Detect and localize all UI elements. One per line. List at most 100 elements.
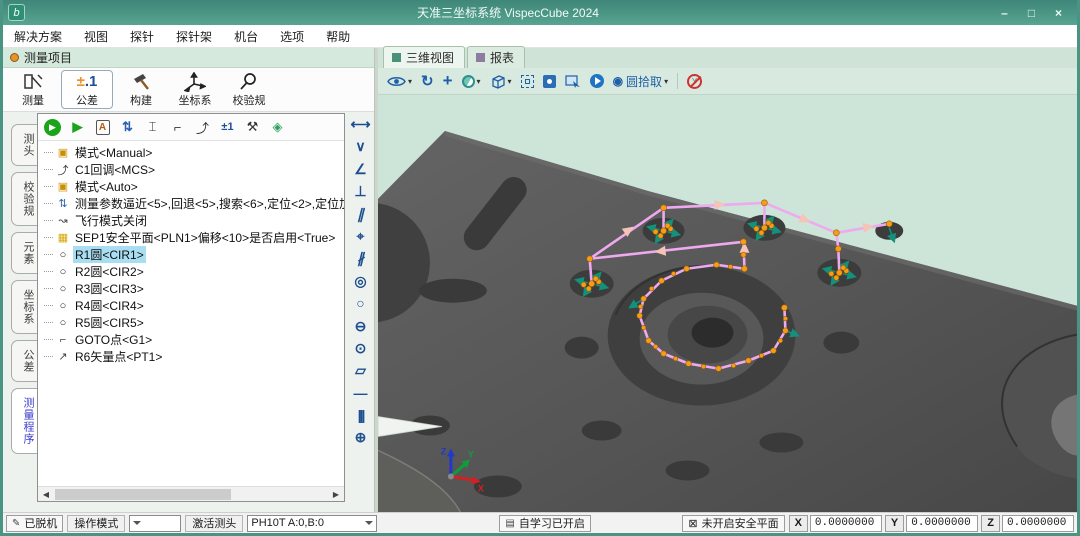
menu-item[interactable]: 探针架 — [165, 25, 223, 47]
roundness-icon[interactable]: ○ — [350, 296, 372, 311]
safety-plane-status: ⊠ 未开启安全平面 — [682, 515, 784, 532]
tree-item-circle-2[interactable]: ○ R2圆<CIR2> — [38, 263, 344, 280]
machine-coordinates: X 0.0000000 Y 0.0000000 Z 0.0000000 — [789, 515, 1074, 532]
3d-viewport[interactable]: Z Y X — [378, 95, 1077, 512]
program-tree: ▶▶A⇅⌶⌐⤴±1⚒◈ ▣ 模式<Manual> ⤴ C1回调<MCS> — [37, 113, 345, 502]
profile-icon[interactable]: ∨ — [350, 139, 372, 154]
distance-icon[interactable]: ⟷ — [350, 117, 372, 132]
move-view-icon[interactable]: + — [443, 71, 453, 91]
visibility-eye-icon[interactable] — [387, 75, 412, 88]
menu-item[interactable]: 视图 — [73, 25, 119, 47]
render-style-icon[interactable] — [462, 75, 481, 88]
maximize-button[interactable]: □ — [1018, 6, 1045, 20]
tree-item-mode-auto[interactable]: ▣ 模式<Auto> — [38, 178, 344, 195]
filter-icon[interactable]: ⇅ — [117, 117, 138, 138]
view-cube-icon[interactable] — [490, 74, 512, 89]
straightness-icon[interactable]: — — [350, 386, 372, 401]
measure-project-icon — [10, 53, 19, 62]
step-run-icon[interactable]: ▶ — [67, 117, 88, 138]
sidetab-tolerance[interactable]: 公差 — [11, 340, 37, 382]
tree-item-circle-4[interactable]: ○ R4圆<CIR4> — [38, 297, 344, 314]
angularity-icon[interactable]: ∦ — [350, 251, 372, 266]
symmetry-icon[interactable]: ⊖ — [350, 319, 372, 334]
coordsys-icon — [184, 71, 206, 92]
measure-icon[interactable]: ⌶ — [142, 117, 163, 138]
tab-icon — [476, 53, 485, 62]
scrollbar-thumb[interactable] — [55, 489, 231, 500]
runout-icon[interactable]: ⊙ — [350, 341, 372, 356]
scroll-left-icon[interactable]: ◀ — [39, 488, 53, 501]
tolerance-icon[interactable]: ±1 — [217, 117, 238, 138]
menu-item[interactable]: 机台 — [223, 25, 269, 47]
tab-report[interactable]: 报表 — [467, 46, 525, 68]
menu-bar: 解决方案视图探针探针架机台选项帮助 — [3, 25, 1077, 48]
run-view-icon[interactable] — [590, 74, 604, 88]
tree-item-circle-3[interactable]: ○ R3圆<CIR3> — [38, 280, 344, 297]
scroll-right-icon[interactable]: ▶ — [329, 488, 343, 501]
minimize-button[interactable]: – — [991, 6, 1018, 20]
active-probe-select[interactable]: PH10T A:0,B:0 — [247, 515, 377, 532]
tree-item-circle-1[interactable]: ○ R1圆<CIR1> — [38, 246, 344, 263]
rotate-view-icon[interactable]: ↻ — [421, 72, 434, 90]
parallelism-icon[interactable]: ∥ — [350, 207, 372, 222]
titlebar: b 天准三坐标系统 VispecCube 2024 – □ × — [3, 0, 1077, 25]
zoom-fit-icon[interactable] — [521, 75, 534, 88]
tab-3d-view[interactable]: 三维视图 — [383, 46, 465, 68]
construct-button[interactable]: 构建 — [115, 70, 167, 109]
sidetab-gauge[interactable]: 校验规 — [11, 172, 37, 226]
operation-mode-select[interactable] — [129, 515, 181, 532]
sidetab-element[interactable]: 元素 — [11, 232, 37, 274]
circle-pick-dropdown[interactable]: ◉ 圆拾取 — [613, 73, 669, 90]
measure-button[interactable]: 测量 — [7, 70, 59, 109]
perpendicularity-icon[interactable]: ⊥ — [350, 184, 372, 199]
view-toolbar: ↻ + ◉ 圆拾取 Y — [378, 68, 1077, 95]
tree-item-recall[interactable]: ⤴ C1回调<MCS> — [38, 161, 344, 178]
tree-item-mode-manual[interactable]: ▣ 模式<Manual> — [38, 144, 344, 161]
tree-item-params[interactable]: ⇅ 测量参数逼近<5>,回退<5>,搜索<6>,定位<2>,定位加<2>,测量 — [38, 195, 344, 212]
position-icon[interactable]: ⌖ — [350, 229, 372, 244]
calibrate-button[interactable]: 校验规 — [223, 70, 275, 109]
angle-icon[interactable]: ∠ — [350, 162, 372, 177]
placemark-icon[interactable] — [543, 75, 556, 88]
flatness-icon[interactable]: ▱ — [350, 363, 372, 378]
run-program-icon[interactable]: ▶ — [42, 117, 63, 138]
target-icon[interactable]: ◈ — [267, 117, 288, 138]
tree-item-vector-point[interactable]: ↗ R6矢量点<PT1> — [38, 348, 344, 365]
measurement-project-panel: 测量项目 测量 ±.1 公差 构建 — [3, 48, 375, 512]
tolerance-icon: ±.1 — [77, 71, 98, 92]
pattern-icon[interactable]: ||| — [350, 408, 372, 423]
coordsys-button[interactable]: 坐标系 — [169, 70, 221, 109]
tree-item-safety-plane[interactable]: ▦ SEP1安全平面<PLN1>偏移<10>是否启用<True> — [38, 229, 344, 246]
view-panel: 三维视图 报表 ↻ + — [378, 48, 1077, 512]
total-runout-icon[interactable]: ⊕ — [350, 430, 372, 445]
tree-item-fly-mode[interactable]: ↝ 飞行模式关闭 — [38, 212, 344, 229]
chevron-down-icon — [133, 521, 141, 529]
coordsys-icon[interactable]: ⤴ — [192, 117, 213, 138]
tab-icon — [392, 53, 401, 62]
tree-item-goto[interactable]: ⌐ GOTO点<G1> — [38, 331, 344, 348]
menu-item[interactable]: 探针 — [119, 25, 165, 47]
menu-item[interactable]: 解决方案 — [3, 25, 73, 47]
axis-x-label: X — [478, 483, 484, 493]
menu-item[interactable]: 帮助 — [315, 25, 361, 47]
close-button[interactable]: × — [1045, 6, 1072, 20]
concentricity-icon[interactable]: ◎ — [350, 274, 372, 289]
app-window: b 天准三坐标系统 VispecCube 2024 – □ × 解决方案视图探针… — [0, 0, 1080, 536]
menu-item[interactable]: 选项 — [269, 25, 315, 47]
tree-horizontal-scrollbar[interactable]: ◀ ▶ — [38, 486, 344, 501]
axis-z-label: Z — [441, 446, 447, 456]
report-icon[interactable]: A — [92, 117, 113, 138]
probe-disabled-icon[interactable]: Y — [687, 74, 702, 89]
construct-icon[interactable]: ⚒ — [242, 117, 263, 138]
pan-window-icon[interactable] — [565, 75, 581, 88]
tree-item-circle-5[interactable]: ○ R5圆<CIR5> — [38, 314, 344, 331]
tolerance-button[interactable]: ±.1 公差 — [61, 70, 113, 109]
window-title: 天准三坐标系统 VispecCube 2024 — [25, 4, 991, 21]
self-learning-icon: ▤ — [505, 518, 514, 529]
goto-icon[interactable]: ⌐ — [167, 117, 188, 138]
app-logo-icon: b — [8, 4, 25, 21]
sidetab-program[interactable]: 测量程序 — [11, 388, 37, 454]
active-probe-value: PH10T A:0,B:0 — [251, 517, 324, 529]
sidetab-coordsys[interactable]: 坐标系 — [11, 280, 37, 334]
sidetab-probe[interactable]: 测头 — [11, 124, 37, 166]
